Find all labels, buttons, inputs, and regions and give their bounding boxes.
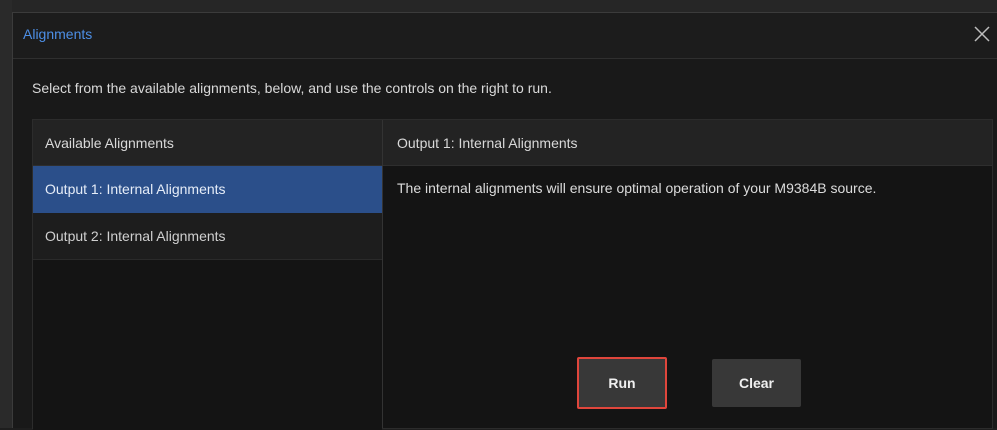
list-item-output-1[interactable]: Output 1: Internal Alignments — [33, 166, 382, 213]
app-background: Alignments Select from the available ali… — [0, 0, 997, 430]
list-header: Available Alignments — [33, 120, 382, 166]
close-icon — [974, 26, 990, 42]
run-button[interactable]: Run — [577, 357, 667, 409]
alignments-dialog: Alignments Select from the available ali… — [12, 12, 997, 430]
list-item-output-2[interactable]: Output 2: Internal Alignments — [33, 213, 382, 260]
details-pane: Output 1: Internal Alignments The intern… — [383, 120, 992, 428]
clear-button[interactable]: Clear — [712, 359, 801, 407]
details-description: The internal alignments will ensure opti… — [397, 180, 877, 196]
dialog-titlebar: Alignments — [13, 13, 997, 59]
list-empty-area — [33, 260, 382, 430]
instructions-text: Select from the available alignments, be… — [32, 80, 552, 96]
close-button[interactable] — [969, 21, 995, 47]
dialog-title: Alignments — [23, 26, 93, 42]
alignments-panel: Available Alignments Output 1: Internal … — [32, 119, 993, 430]
details-header: Output 1: Internal Alignments — [383, 120, 992, 166]
background-left-edge — [0, 0, 12, 428]
background-top-bar — [0, 0, 997, 12]
